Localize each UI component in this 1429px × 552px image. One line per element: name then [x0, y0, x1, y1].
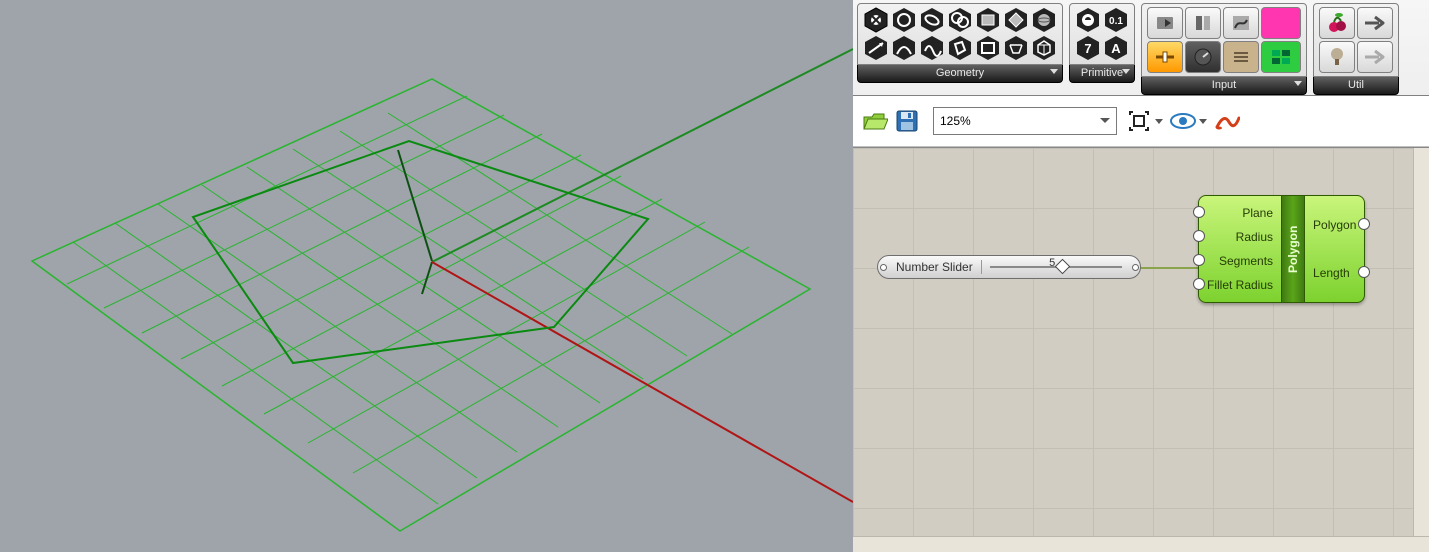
hex-icon[interactable]	[1003, 7, 1029, 33]
hex-icon[interactable]: 0.1	[1103, 7, 1129, 33]
slider-track[interactable]: 5	[990, 262, 1122, 272]
input-label: Segments	[1207, 249, 1273, 273]
slider-label: Number Slider	[888, 260, 982, 274]
hex-icon[interactable]	[947, 35, 973, 61]
category-label: Util	[1348, 79, 1364, 91]
input-label: Radius	[1207, 225, 1273, 249]
hex-icon[interactable]	[975, 7, 1001, 33]
util-icon-arrow-right[interactable]	[1357, 7, 1393, 39]
input-icon-bool[interactable]	[1261, 41, 1301, 73]
rhino-viewport[interactable]	[0, 0, 853, 552]
number-slider-component[interactable]: Number Slider 5	[877, 255, 1141, 279]
hex-icon[interactable]	[1075, 7, 1101, 33]
hex-icon[interactable]: A	[1103, 35, 1129, 61]
gh-canvas[interactable]: Number Slider 5 Plane Radius Segmen	[853, 147, 1429, 552]
category-label: Primitive	[1081, 67, 1123, 79]
svg-text:0.1: 0.1	[1109, 16, 1123, 27]
zoom-combo[interactable]: 125%	[933, 107, 1117, 135]
input-port-segments[interactable]	[1193, 254, 1205, 266]
hex-icon[interactable]	[1003, 35, 1029, 61]
component-name: Polygon	[1281, 196, 1305, 302]
input-icon[interactable]	[1185, 7, 1221, 39]
chevron-down-icon	[1100, 118, 1110, 123]
output-grip-icon[interactable]	[1130, 256, 1140, 278]
grasshopper-panel: Geometry 0.1 7 A Primitive	[853, 0, 1429, 552]
horizontal-scrollbar[interactable]	[853, 536, 1429, 552]
util-icon-arrow-right-outline[interactable]	[1357, 41, 1393, 73]
open-file-button[interactable]	[861, 107, 889, 135]
category-util[interactable]: Util	[1313, 3, 1399, 95]
grip-icon[interactable]	[878, 256, 888, 278]
component-shelf: Geometry 0.1 7 A Primitive	[853, 0, 1429, 96]
input-icon[interactable]	[1223, 7, 1259, 39]
input-port-fillet[interactable]	[1193, 278, 1205, 290]
hex-icon[interactable]	[891, 7, 917, 33]
category-label: Geometry	[936, 67, 984, 79]
category-label: Input	[1212, 79, 1236, 91]
sketch-button[interactable]	[1213, 107, 1241, 135]
input-icon[interactable]	[1147, 7, 1183, 39]
input-port-plane[interactable]	[1193, 206, 1205, 218]
hex-icon[interactable]	[891, 35, 917, 61]
input-port-radius[interactable]	[1193, 230, 1205, 242]
slider-value: 5	[1049, 257, 1055, 269]
hex-icon[interactable]	[863, 7, 889, 33]
category-input[interactable]: Input	[1141, 3, 1307, 95]
save-file-button[interactable]	[893, 107, 921, 135]
input-icon-color[interactable]	[1261, 7, 1301, 39]
category-geometry[interactable]: Geometry	[857, 3, 1063, 83]
preview-button[interactable]	[1169, 107, 1197, 135]
input-label: Fillet Radius	[1207, 273, 1273, 297]
input-icon-dial[interactable]	[1185, 41, 1221, 73]
hex-icon[interactable]	[1031, 7, 1057, 33]
hex-icon[interactable]: 7	[1075, 35, 1101, 61]
zoom-extents-button[interactable]	[1125, 107, 1153, 135]
vertical-scrollbar[interactable]	[1413, 148, 1429, 552]
file-toolbar: 125%	[853, 96, 1429, 147]
category-primitive[interactable]: 0.1 7 A Primitive	[1069, 3, 1135, 83]
util-icon-cherry[interactable]	[1319, 7, 1355, 39]
input-icon-panel[interactable]	[1223, 41, 1259, 73]
util-icon-tree[interactable]	[1319, 41, 1355, 73]
hex-icon[interactable]	[919, 35, 945, 61]
input-label: Plane	[1207, 201, 1273, 225]
output-label: Length	[1313, 249, 1356, 297]
polygon-component[interactable]: Plane Radius Segments Fillet Radius Poly…	[1198, 195, 1365, 303]
input-icon-slider[interactable]	[1147, 41, 1183, 73]
hex-icon[interactable]	[975, 35, 1001, 61]
hex-icon[interactable]	[947, 7, 973, 33]
hex-icon[interactable]	[919, 7, 945, 33]
zoom-value: 125%	[940, 114, 971, 128]
hex-icon[interactable]	[1031, 35, 1057, 61]
output-label: Polygon	[1313, 201, 1356, 249]
svg-text:A: A	[1111, 41, 1121, 56]
svg-text:7: 7	[1084, 41, 1091, 56]
wire	[1139, 267, 1198, 269]
hex-icon[interactable]	[863, 35, 889, 61]
chevron-down-icon[interactable]	[1199, 119, 1207, 124]
chevron-down-icon[interactable]	[1155, 119, 1163, 124]
slider-handle[interactable]	[1055, 259, 1071, 275]
cplane-grid	[32, 79, 810, 531]
